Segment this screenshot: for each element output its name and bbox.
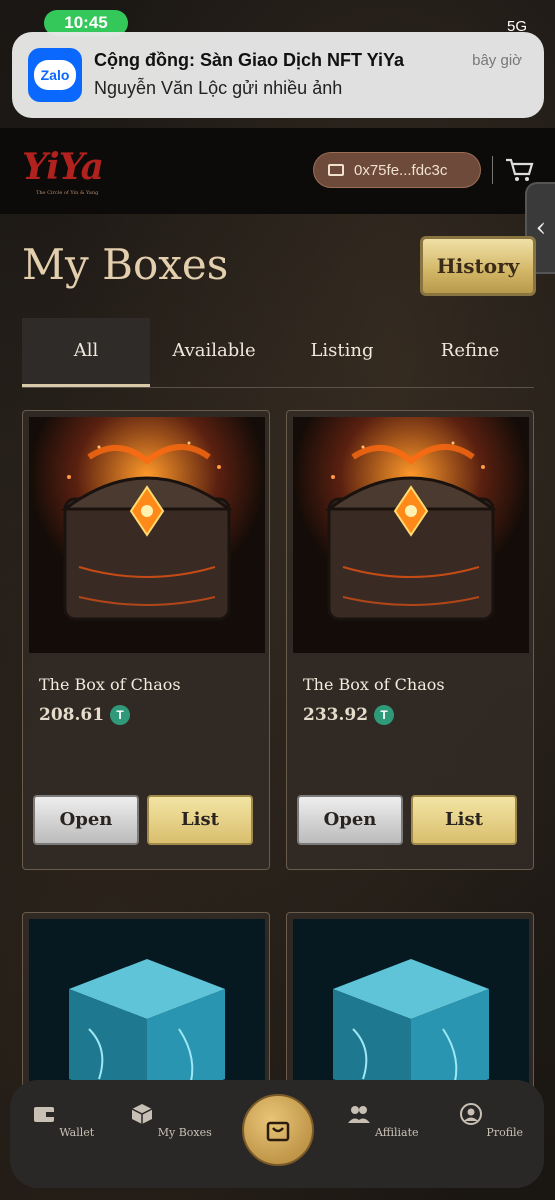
tab-refine[interactable]: Refine <box>406 318 534 387</box>
notification-body: Nguyễn Văn Lộc gửi nhiều ảnh <box>94 78 343 98</box>
chaos-chest-image <box>293 417 529 653</box>
page-title: My Boxes <box>22 240 229 289</box>
tether-icon: T <box>110 705 131 725</box>
status-bar: 10:45 5G <box>0 0 555 36</box>
filter-tabs: All Available Listing Refine <box>22 318 534 388</box>
brand-name: YiYa <box>22 146 104 188</box>
users-icon <box>348 1106 371 1123</box>
chaos-chest-image <box>29 417 265 653</box>
box-icon <box>131 1104 153 1124</box>
wallet-icon <box>33 1107 54 1122</box>
chevron-left-icon: ‹ <box>535 213 547 243</box>
list-box-button[interactable]: List <box>411 795 517 845</box>
box-image <box>293 417 529 653</box>
box-price: 208.61 T <box>39 705 131 725</box>
history-button[interactable]: History <box>420 236 536 296</box>
app-header: YiYa The Circle of Yin & Yang 0x75fe...f… <box>0 128 555 214</box>
tab-all[interactable]: All <box>22 318 150 387</box>
box-price: 233.92 T <box>303 705 395 725</box>
box-card[interactable]: The Box of Chaos 208.61 T Open List <box>22 410 270 870</box>
nav-my-boxes[interactable]: My Boxes <box>126 1102 216 1139</box>
nav-profile[interactable]: Profile <box>446 1102 536 1139</box>
box-image <box>29 417 265 653</box>
cart-icon[interactable] <box>504 156 534 184</box>
bottom-nav: Wallet My Boxes Affiliate Profile <box>10 1080 544 1188</box>
nav-wallet[interactable]: Wallet <box>18 1102 108 1139</box>
nav-affiliate-label: Affiliate <box>374 1126 419 1139</box>
header-divider <box>492 156 493 184</box>
box-card[interactable]: The Box of Chaos 233.92 T Open List <box>286 410 534 870</box>
profile-icon <box>459 1103 482 1125</box>
wallet-address: 0x75fe...fdc3c <box>354 161 448 179</box>
box-name: The Box of Chaos <box>303 675 445 694</box>
brand-tagline: The Circle of Yin & Yang <box>36 190 99 196</box>
nav-my-boxes-label: My Boxes <box>157 1126 212 1139</box>
nav-affiliate[interactable]: Affiliate <box>338 1102 428 1139</box>
box-name: The Box of Chaos <box>39 675 181 694</box>
nav-profile-label: Profile <box>486 1126 524 1139</box>
open-box-button[interactable]: Open <box>33 795 139 845</box>
zalo-app-icon: Zalo <box>28 48 82 102</box>
tab-listing[interactable]: Listing <box>278 318 406 387</box>
zalo-logo-text: Zalo <box>34 60 76 90</box>
nav-wallet-label: Wallet <box>59 1126 95 1139</box>
box-price-value: 233.92 <box>303 705 369 725</box>
notification-title: Cộng đồng: Sàn Giao Dịch NFT YiYa <box>94 50 405 70</box>
shopping-bag-icon <box>266 1121 290 1142</box>
notification-banner[interactable]: Zalo Cộng đồng: Sàn Giao Dịch NFT YiYa N… <box>12 32 544 118</box>
tether-icon: T <box>374 705 395 725</box>
shop-button[interactable] <box>242 1094 314 1166</box>
tab-available[interactable]: Available <box>150 318 278 387</box>
notification-time: bây giờ <box>472 52 522 69</box>
open-box-button[interactable]: Open <box>297 795 403 845</box>
list-box-button[interactable]: List <box>147 795 253 845</box>
wallet-address-button[interactable]: 0x75fe...fdc3c <box>313 152 481 188</box>
wallet-icon <box>328 164 344 176</box>
yiya-logo[interactable]: YiYa The Circle of Yin & Yang <box>22 146 104 196</box>
box-price-value: 208.61 <box>39 705 105 725</box>
